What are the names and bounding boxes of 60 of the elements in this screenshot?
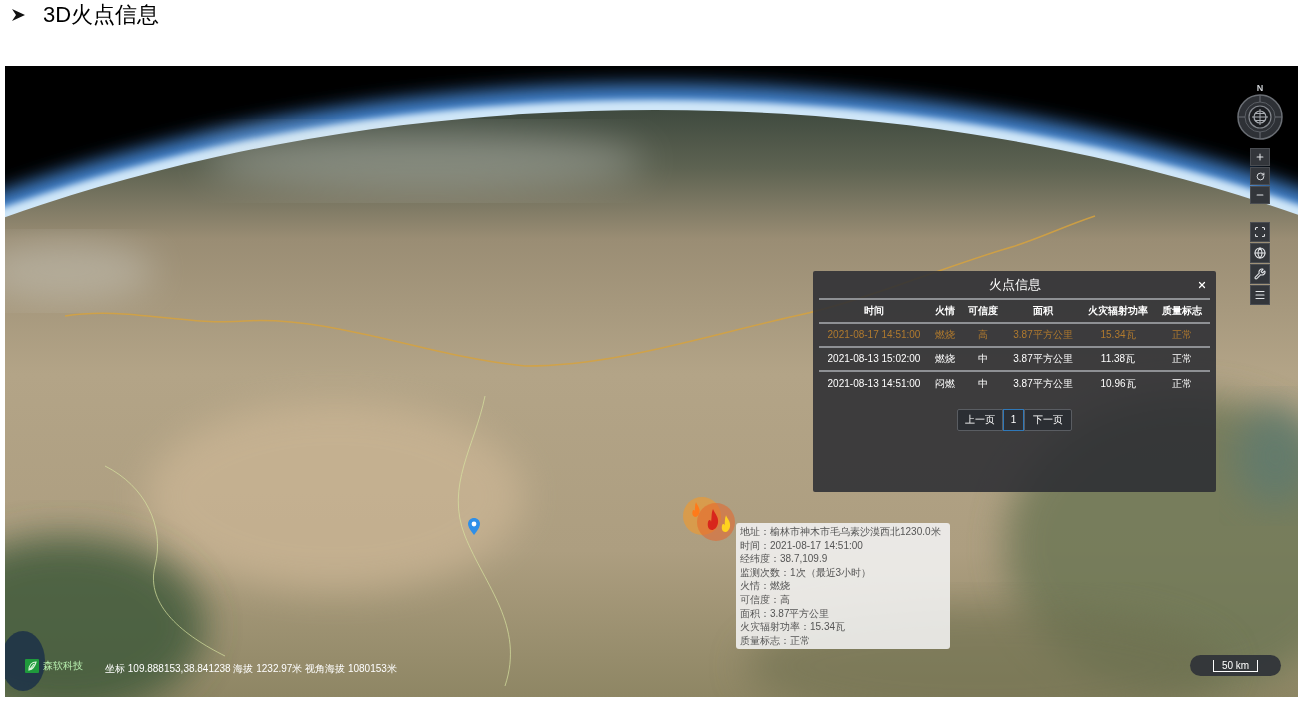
tooltip-line: 可信度：高 xyxy=(740,592,791,607)
tooltip-line: 面积：3.87平方公里 xyxy=(740,606,831,621)
table-cell-text: 3.87平方公里 xyxy=(1012,378,1074,390)
refresh-icon xyxy=(1255,171,1265,181)
arrow-bullet-icon xyxy=(12,9,25,21)
table-cell-text: 中 xyxy=(977,353,989,365)
tooltip-line: 监测次数：1次（最近3小时） xyxy=(740,565,873,580)
table-cell-text: 2021-08-13 14:51:00 xyxy=(826,378,922,390)
table-cell-text: 2021-08-13 15:02:00 xyxy=(826,353,922,365)
column-header: 时间 xyxy=(863,305,885,317)
table-cell-text: 正常 xyxy=(1171,378,1193,390)
section-heading: 3D火点信息 xyxy=(43,1,160,29)
next-page-button[interactable]: 下一页 xyxy=(1024,409,1072,431)
fullscreen-button[interactable] xyxy=(1250,222,1270,242)
table-cell-text: 闷燃 xyxy=(934,378,956,390)
compass-icon[interactable] xyxy=(1237,94,1283,140)
tooltip-line: 经纬度：38.7,109.9 xyxy=(740,552,829,566)
column-header: 面积 xyxy=(1032,305,1054,317)
table-cell-text: 3.87平方公里 xyxy=(1012,353,1074,365)
table-cell-text: 燃烧 xyxy=(934,353,956,365)
globe-button[interactable] xyxy=(1250,243,1270,263)
tooltip-line: 时间：2021-08-17 14:51:00 xyxy=(740,538,864,553)
coordinates-readout: 坐标 109.888153,38.841238 海拔 1232.97米 视角海拔 1080153米 xyxy=(105,663,397,675)
globe-icon xyxy=(1254,247,1266,259)
column-header: 火情 xyxy=(934,305,956,317)
menu-button[interactable] xyxy=(1250,285,1270,305)
tooltip-line: 火灾辐射功率：15.34瓦 xyxy=(740,620,847,634)
table-cell-text: 高 xyxy=(977,329,989,341)
scale-label: 50 km xyxy=(1212,659,1259,672)
previous-page-button[interactable]: 上一页 xyxy=(957,409,1003,431)
close-icon xyxy=(1197,279,1207,290)
table-cell-text: 11.38瓦 xyxy=(1099,353,1137,365)
table-cell-text: 3.87平方公里 xyxy=(1012,329,1074,341)
table-cell-text: 正常 xyxy=(1171,329,1193,341)
table-cell-text: 燃烧 xyxy=(934,329,956,341)
table-cell-text: 中 xyxy=(977,378,989,390)
column-header: 火灾辐射功率 xyxy=(1087,305,1149,317)
column-header: 质量标志 xyxy=(1161,305,1203,317)
brand-name: 森软科技 xyxy=(43,660,83,672)
zoom-out-button[interactable] xyxy=(1250,186,1270,204)
reset-view-button[interactable] xyxy=(1250,167,1270,185)
zoom-in-button[interactable] xyxy=(1250,148,1270,166)
tooltip-line: 质量标志：正常 xyxy=(740,633,811,648)
location-pin-icon xyxy=(468,518,480,535)
menu-icon xyxy=(1254,289,1266,301)
logo-icon xyxy=(25,659,39,673)
fullscreen-icon xyxy=(1254,226,1266,238)
table-cell-text: 15.34瓦 xyxy=(1099,329,1137,341)
tools-button[interactable] xyxy=(1250,264,1270,284)
page-number-button[interactable]: 1 xyxy=(1003,409,1024,431)
table-cell-text: 10.96瓦 xyxy=(1099,378,1137,390)
wrench-icon xyxy=(1254,268,1266,280)
tooltip-line: 火情：燃烧 xyxy=(740,579,791,593)
table-cell-text: 2021-08-17 14:51:00 xyxy=(826,329,922,341)
north-label: N xyxy=(1256,83,1264,94)
table-cell-text: 正常 xyxy=(1171,353,1193,365)
plus-icon xyxy=(1255,152,1265,162)
column-header: 可信度 xyxy=(967,305,999,317)
panel-title: 火点信息 xyxy=(987,276,1042,293)
tooltip-line: 地址：榆林市神木市毛乌素沙漠西北1230.0米 xyxy=(740,525,942,539)
